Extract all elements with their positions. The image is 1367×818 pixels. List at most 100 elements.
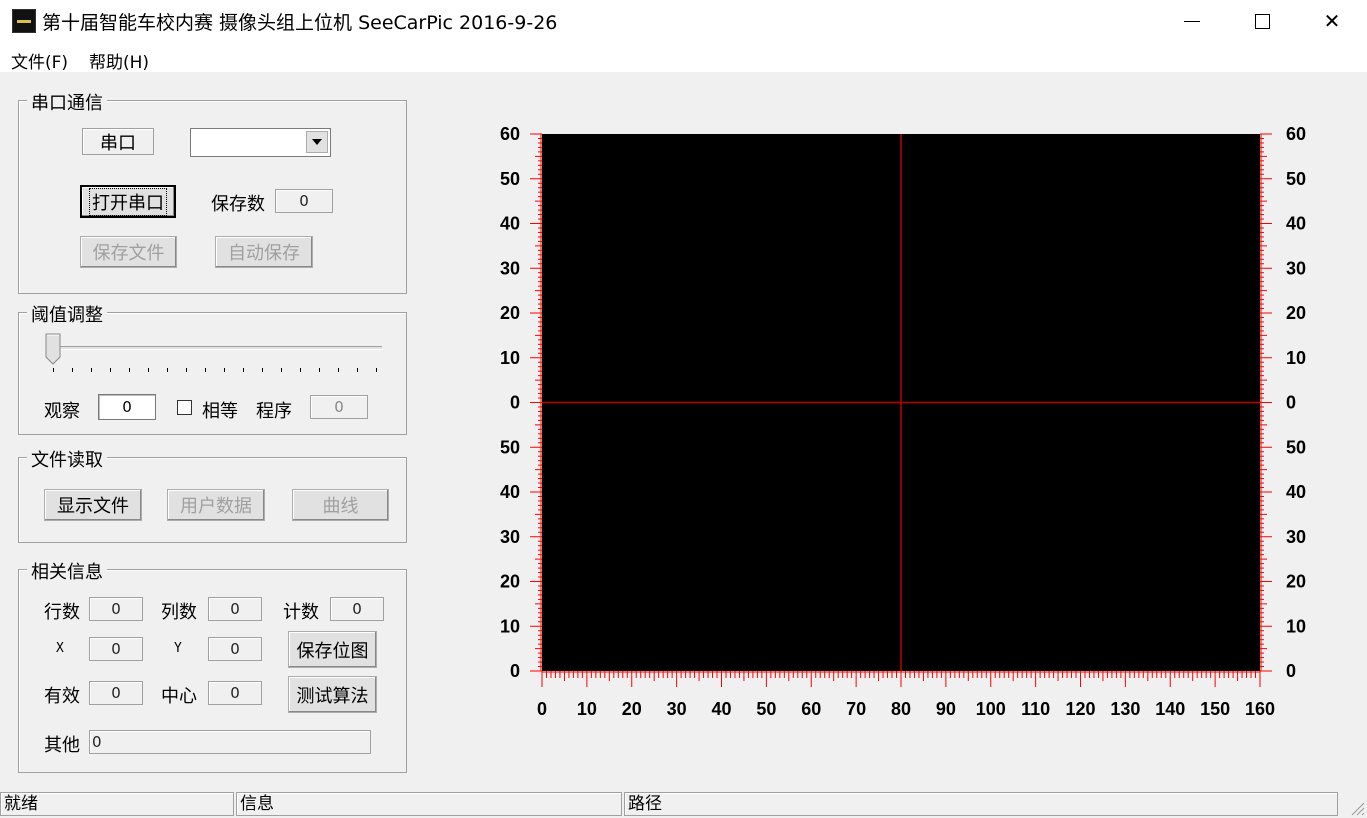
x-tick-label: 20: [622, 699, 642, 719]
y-tick-label-left: 10: [500, 616, 520, 636]
save-count-field: 0: [275, 189, 333, 213]
y-tick-label-left: 20: [500, 572, 520, 592]
slider-tick: [224, 368, 225, 372]
x-tick-label: 120: [1065, 699, 1095, 719]
count-label: 计数: [283, 602, 319, 623]
observe-field[interactable]: 0: [98, 394, 156, 420]
y-tick-label-left: 60: [500, 124, 520, 144]
x-tick-label: 90: [936, 699, 956, 719]
y-tick-label-right: 50: [1286, 169, 1306, 189]
x-tick-label: 150: [1200, 699, 1230, 719]
save-file-button[interactable]: 保存文件: [80, 236, 177, 268]
y-tick-label-left: 30: [500, 258, 520, 278]
y-tick-label-left: 20: [500, 303, 520, 323]
valid-field: 0: [89, 681, 143, 705]
save-count-label: 保存数: [211, 194, 265, 215]
y-tick-label-right: 40: [1286, 214, 1306, 234]
center-label: 中心: [161, 686, 197, 707]
chevron-down-icon[interactable]: [306, 131, 328, 153]
x-field: 0: [89, 637, 143, 661]
status-bar: 就绪 信息 路径: [0, 790, 1367, 818]
port-label: 串口: [82, 128, 154, 155]
menu-file[interactable]: 文件(F): [11, 48, 68, 73]
resize-grip-icon[interactable]: [1349, 800, 1365, 816]
x-tick-label: 100: [976, 699, 1006, 719]
app-icon: [12, 9, 36, 33]
cols-field: 0: [208, 597, 262, 621]
port-select[interactable]: [190, 128, 331, 157]
open-port-label: 打开串口: [89, 187, 167, 216]
cols-label: 列数: [161, 602, 197, 623]
slider-tick: [243, 368, 244, 372]
x-tick-label: 80: [891, 699, 911, 719]
slider-tick: [167, 368, 168, 372]
other-field: 0: [89, 730, 371, 754]
x-tick-label: 70: [846, 699, 866, 719]
save-bitmap-button[interactable]: 保存位图: [288, 631, 377, 668]
slider-tick: [148, 368, 149, 372]
y-tick-label-left: 50: [500, 437, 520, 457]
minimize-button[interactable]: [1157, 0, 1227, 42]
y-label: Y: [174, 641, 182, 656]
y-tick-label-right: 30: [1286, 258, 1306, 278]
open-port-button[interactable]: 打开串口: [80, 185, 176, 218]
center-field: 0: [208, 681, 262, 705]
auto-save-button[interactable]: 自动保存: [215, 236, 313, 268]
y-tick-label-left: 50: [500, 169, 520, 189]
y-tick-label-right: 60: [1286, 124, 1306, 144]
y-tick-label-left: 0: [510, 393, 520, 413]
x-tick-label: 40: [711, 699, 731, 719]
threshold-slider-thumb[interactable]: [45, 333, 61, 365]
user-data-button[interactable]: 用户数据: [167, 489, 265, 521]
program-label: 程序: [256, 401, 292, 422]
threshold-group-title: 阈值调整: [27, 301, 107, 327]
x-tick-label: 30: [667, 699, 687, 719]
y-tick-label-right: 10: [1286, 348, 1306, 368]
threshold-slider-track[interactable]: [48, 346, 382, 350]
curve-button[interactable]: 曲线: [292, 489, 389, 521]
y-field: 0: [208, 637, 262, 661]
slider-tick: [281, 368, 282, 372]
x-tick-label: 160: [1245, 699, 1275, 719]
x-tick-label: 140: [1155, 699, 1185, 719]
menu-bar: 文件(F) 帮助(H): [0, 42, 1367, 73]
equal-label: 相等: [202, 401, 238, 422]
slider-tick: [262, 368, 263, 372]
x-tick-label: 130: [1110, 699, 1140, 719]
y-tick-label-left: 40: [500, 214, 520, 234]
slider-tick: [376, 368, 377, 372]
observe-label: 观察: [44, 401, 80, 422]
slider-tick: [319, 368, 320, 372]
status-path: 路径: [624, 792, 1338, 816]
menu-help[interactable]: 帮助(H): [89, 48, 149, 73]
y-tick-label-left: 0: [510, 661, 520, 681]
file-read-group-title: 文件读取: [27, 446, 107, 472]
serial-group-title: 串口通信: [27, 89, 107, 115]
valid-label: 有效: [44, 686, 80, 707]
y-tick-label-right: 0: [1286, 661, 1296, 681]
maximize-button[interactable]: [1227, 0, 1297, 42]
slider-tick: [186, 368, 187, 372]
other-label: 其他: [44, 735, 80, 756]
x-tick-label: 50: [756, 699, 776, 719]
test-algorithm-button[interactable]: 测试算法: [288, 676, 377, 713]
status-ready: 就绪: [0, 792, 234, 816]
x-tick-label: 60: [801, 699, 821, 719]
close-button[interactable]: ✕: [1297, 0, 1367, 42]
slider-tick: [357, 368, 358, 372]
slider-tick: [91, 368, 92, 372]
slider-tick: [300, 368, 301, 372]
slider-tick: [53, 368, 54, 372]
equal-checkbox[interactable]: [177, 400, 192, 415]
y-tick-label-right: 0: [1286, 393, 1296, 413]
slider-tick: [338, 368, 339, 372]
x-label: X: [56, 641, 64, 656]
show-file-button[interactable]: 显示文件: [44, 489, 142, 521]
minimize-icon: [1184, 20, 1200, 22]
status-info: 信息: [236, 792, 622, 816]
program-field: 0: [310, 395, 368, 419]
rows-label: 行数: [44, 602, 80, 623]
y-tick-label-right: 20: [1286, 572, 1306, 592]
x-tick-label: 0: [537, 699, 547, 719]
y-tick-label-right: 50: [1286, 437, 1306, 457]
